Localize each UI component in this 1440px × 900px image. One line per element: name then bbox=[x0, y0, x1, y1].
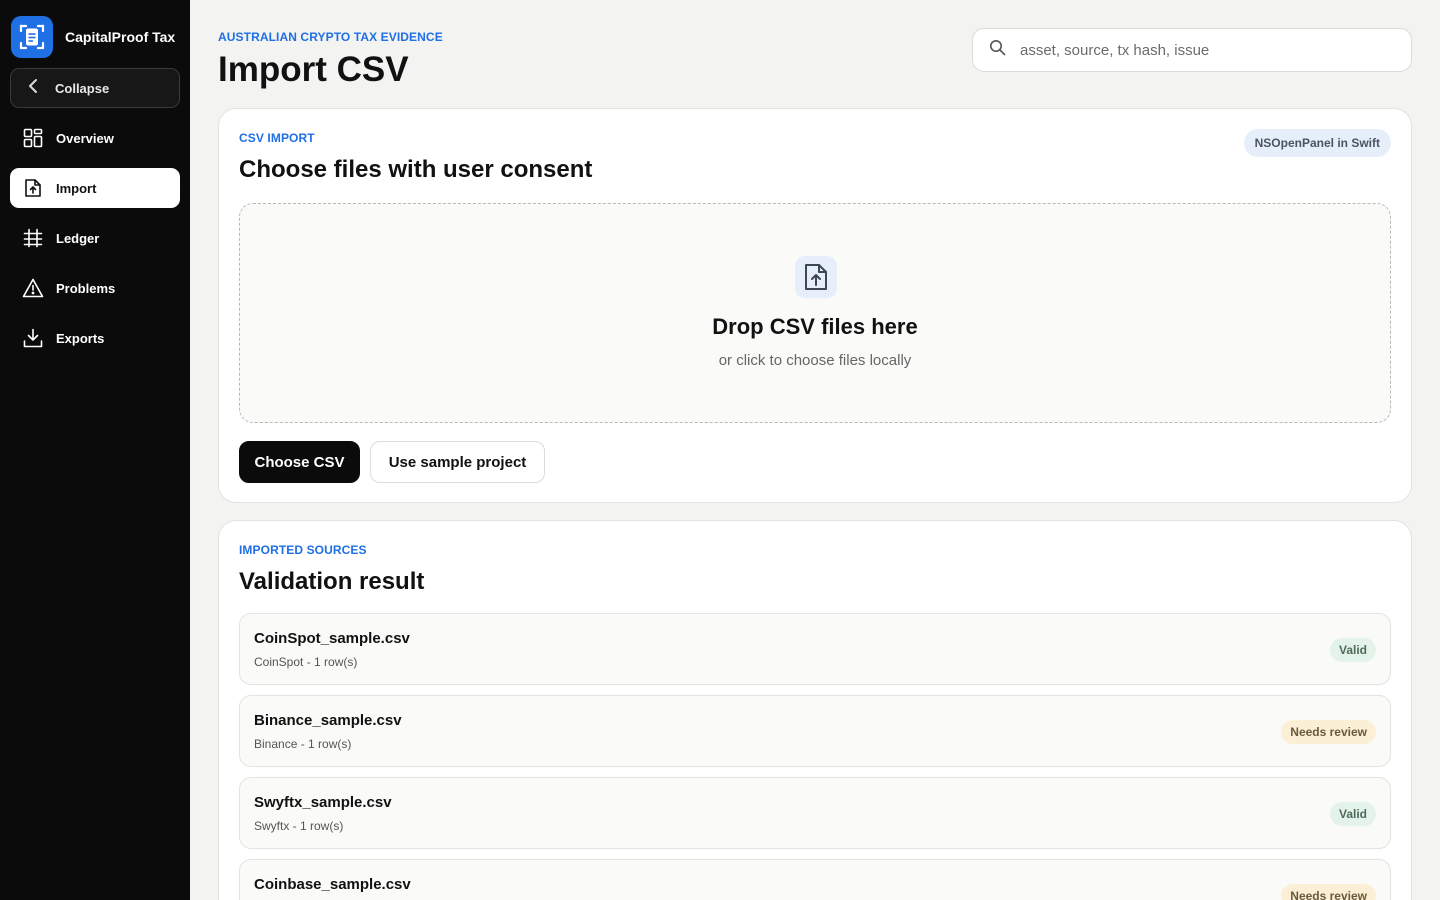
search-icon bbox=[989, 39, 1006, 61]
collapse-label: Collapse bbox=[55, 80, 110, 96]
use-sample-project-button[interactable]: Use sample project bbox=[370, 441, 545, 483]
sidebar-item-problems[interactable]: Problems bbox=[10, 268, 180, 308]
card-eyebrow: CSV IMPORT bbox=[239, 131, 315, 145]
status-badge: Needs review bbox=[1281, 720, 1376, 744]
file-upload-icon bbox=[795, 256, 837, 298]
source-meta: Binance - 1 row(s) bbox=[254, 737, 352, 751]
collapse-button[interactable]: Collapse bbox=[10, 68, 180, 108]
brand[interactable]: CapitalProof Tax bbox=[11, 16, 175, 58]
app-logo-icon bbox=[11, 16, 53, 58]
sidebar-item-label: Overview bbox=[56, 130, 114, 146]
table-icon bbox=[22, 227, 44, 249]
sidebar-item-label: Import bbox=[56, 180, 97, 196]
card-eyebrow: IMPORTED SOURCES bbox=[239, 543, 367, 557]
source-row[interactable]: CoinSpot_sample.csv CoinSpot - 1 row(s) … bbox=[239, 613, 1391, 685]
search-input[interactable] bbox=[1020, 41, 1380, 59]
card-title: Validation result bbox=[239, 568, 425, 595]
page-title: Import CSV bbox=[218, 50, 409, 89]
sidebar-item-exports[interactable]: Exports bbox=[10, 318, 180, 358]
sidebar-item-overview[interactable]: Overview bbox=[10, 118, 180, 158]
status-badge: Needs review bbox=[1281, 884, 1376, 900]
source-row[interactable]: Coinbase_sample.csv Needs review bbox=[239, 859, 1391, 900]
sidebar-item-label: Exports bbox=[56, 330, 105, 346]
sidebar-item-import[interactable]: Import bbox=[10, 168, 180, 208]
source-file-name: Binance_sample.csv bbox=[254, 712, 402, 729]
status-badge: Valid bbox=[1329, 638, 1376, 662]
chevron-left-icon bbox=[27, 78, 41, 99]
source-row[interactable]: Binance_sample.csv Binance - 1 row(s) Ne… bbox=[239, 695, 1391, 767]
csv-import-card: CSV IMPORT Choose files with user consen… bbox=[218, 108, 1412, 503]
imported-sources-card: IMPORTED SOURCES Validation result CoinS… bbox=[218, 520, 1412, 900]
page-eyebrow: AUSTRALIAN CRYPTO TAX EVIDENCE bbox=[218, 30, 443, 44]
search-box[interactable] bbox=[972, 28, 1412, 72]
app-name: CapitalProof Tax bbox=[65, 29, 176, 45]
card-title: Choose files with user consent bbox=[239, 156, 593, 183]
source-meta: Swyftx - 1 row(s) bbox=[254, 819, 344, 833]
source-file-name: Coinbase_sample.csv bbox=[254, 876, 411, 893]
grid-icon bbox=[22, 127, 44, 149]
dropzone-title: Drop CSV files here bbox=[712, 314, 918, 339]
file-upload-icon bbox=[22, 177, 44, 199]
source-row[interactable]: Swyftx_sample.csv Swyftx - 1 row(s) Vali… bbox=[239, 777, 1391, 849]
sidebar-item-label: Problems bbox=[56, 280, 116, 296]
download-icon bbox=[22, 327, 44, 349]
choose-csv-button[interactable]: Choose CSV bbox=[239, 441, 360, 483]
status-badge: Valid bbox=[1329, 802, 1376, 826]
tech-badge: NSOpenPanel in Swift bbox=[1243, 129, 1391, 157]
source-file-name: CoinSpot_sample.csv bbox=[254, 630, 410, 647]
warning-icon bbox=[22, 277, 44, 299]
source-file-name: Swyftx_sample.csv bbox=[254, 794, 392, 811]
dropzone-subtitle: or click to choose files locally bbox=[718, 352, 912, 369]
sidebar-item-ledger[interactable]: Ledger bbox=[10, 218, 180, 258]
source-meta: CoinSpot - 1 row(s) bbox=[254, 655, 358, 669]
sidebar-item-label: Ledger bbox=[56, 230, 100, 246]
csv-dropzone[interactable]: Drop CSV files here or click to choose f… bbox=[239, 203, 1391, 423]
sidebar: CapitalProof Tax Collapse Overview Impor… bbox=[0, 0, 190, 900]
